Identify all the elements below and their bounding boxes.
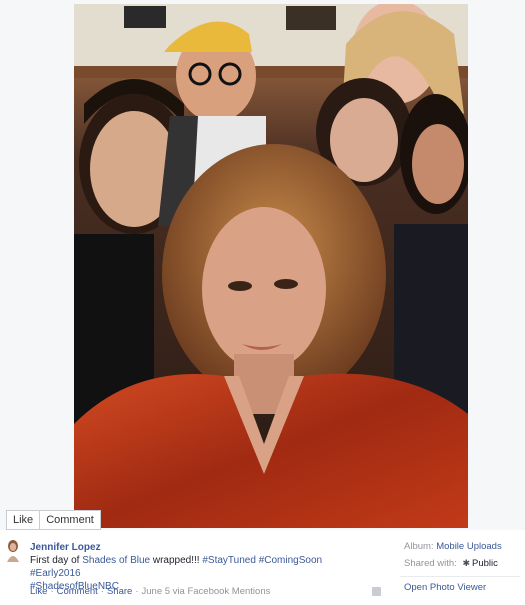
hashtag-link[interactable]: #StayTuned	[202, 555, 256, 566]
album-row: Album: Mobile Uploads	[404, 540, 522, 556]
photo-like-button[interactable]: Like	[7, 511, 39, 529]
author-name-link[interactable]: Jennifer Lopez	[30, 542, 101, 553]
photo-action-bar: Like Comment	[6, 510, 101, 530]
separator: ·	[50, 586, 54, 597]
hashtag-link[interactable]: #ComingSoon	[259, 555, 322, 566]
post-meta: June 5 via Facebook Mentions	[141, 586, 271, 597]
album-label: Album:	[404, 541, 434, 552]
mentions-app-icon	[372, 587, 381, 596]
hashtag-link[interactable]: #Early2016	[30, 568, 81, 579]
photo-comment-button[interactable]: Comment	[39, 511, 100, 529]
shared-row: Shared with: ✱ Public	[404, 556, 522, 572]
post-actions: Like · Comment · Share · June 5 via Facebook M…	[30, 586, 270, 597]
photo-info-panel: Jennifer Lopez First day of Shades of Bl…	[0, 530, 525, 605]
avatar[interactable]	[6, 540, 20, 562]
photo-illustration	[74, 4, 468, 528]
photo-sidebar: Album: Mobile Uploads Shared with: ✱ Publ…	[400, 540, 522, 597]
caption-middle: wrapped!!!	[150, 555, 203, 566]
separator: ·	[135, 586, 139, 597]
group-selfie-photo[interactable]	[74, 4, 468, 528]
globe-icon: ✱	[462, 558, 470, 568]
shared-label: Shared with:	[404, 558, 457, 569]
share-link[interactable]: Share	[107, 586, 132, 597]
album-link[interactable]: Mobile Uploads	[436, 541, 501, 552]
divider	[400, 576, 520, 577]
separator: ·	[100, 586, 104, 597]
photo-viewer: Like Comment	[0, 0, 525, 530]
like-link[interactable]: Like	[30, 586, 47, 597]
open-photo-viewer-link[interactable]: Open Photo Viewer	[404, 582, 486, 593]
comment-link[interactable]: Comment	[57, 586, 98, 597]
caption-show-link[interactable]: Shades of Blue	[82, 555, 150, 566]
audience-value[interactable]: Public	[472, 558, 498, 569]
caption-prefix: First day of	[30, 555, 83, 566]
avatar-icon	[7, 540, 19, 562]
open-viewer-row: Open Photo Viewer	[404, 581, 522, 597]
